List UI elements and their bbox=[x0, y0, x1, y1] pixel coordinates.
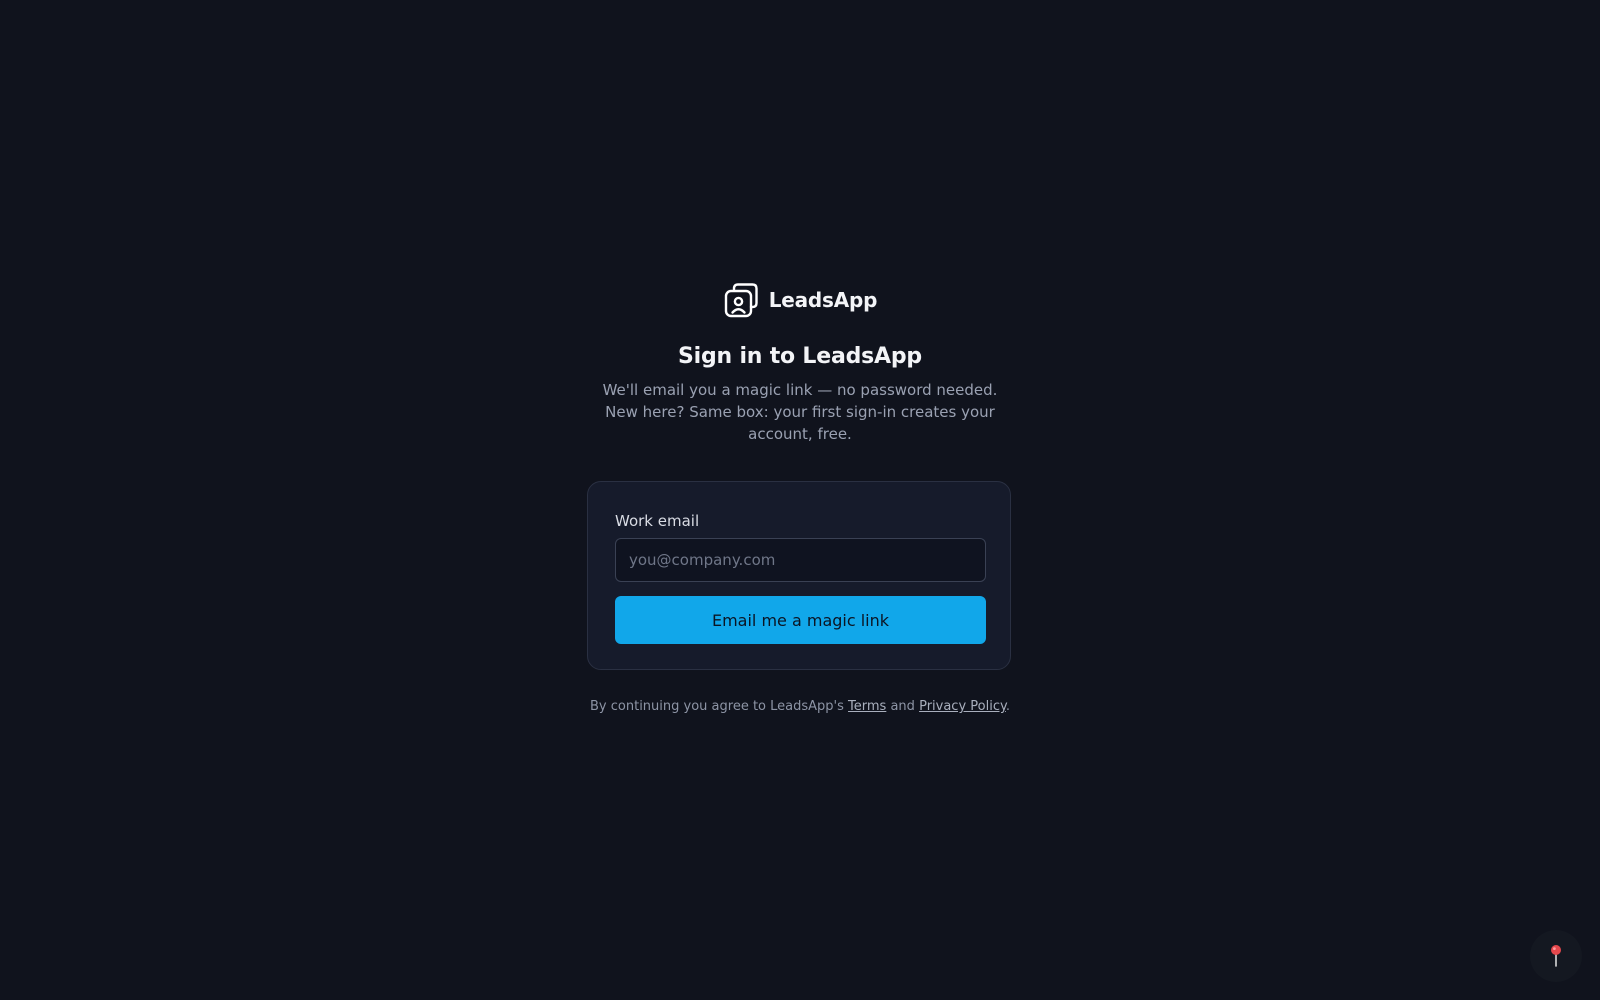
page-title: Sign in to LeadsApp bbox=[678, 344, 922, 369]
email-input[interactable] bbox=[615, 538, 986, 582]
brand: LeadsApp bbox=[0, 282, 1600, 318]
send-magic-link-button[interactable]: Email me a magic link bbox=[615, 596, 986, 644]
privacy-policy-link[interactable]: Privacy Policy bbox=[919, 699, 1006, 714]
legal-prefix: By continuing you agree to LeadsApp's bbox=[590, 699, 844, 714]
legal-notice: By continuing you agree to LeadsApp's Te… bbox=[0, 699, 1600, 714]
sign-in-card: Work email Email me a magic link bbox=[587, 481, 1011, 670]
floating-pin-button[interactable] bbox=[1530, 930, 1582, 982]
terms-link[interactable]: Terms bbox=[848, 699, 886, 714]
page-subtitle: We'll email you a magic link — no passwo… bbox=[602, 381, 998, 443]
legal-and: and bbox=[890, 699, 915, 714]
legal-suffix: . bbox=[1005, 699, 1010, 714]
email-label: Work email bbox=[615, 512, 700, 530]
stacked-contact-cards-icon bbox=[724, 283, 758, 318]
brand-name: LeadsApp bbox=[768, 288, 878, 312]
sign-in-page: LeadsApp Sign in to LeadsApp We'll email… bbox=[0, 0, 1600, 1000]
pin-icon bbox=[1551, 945, 1561, 967]
